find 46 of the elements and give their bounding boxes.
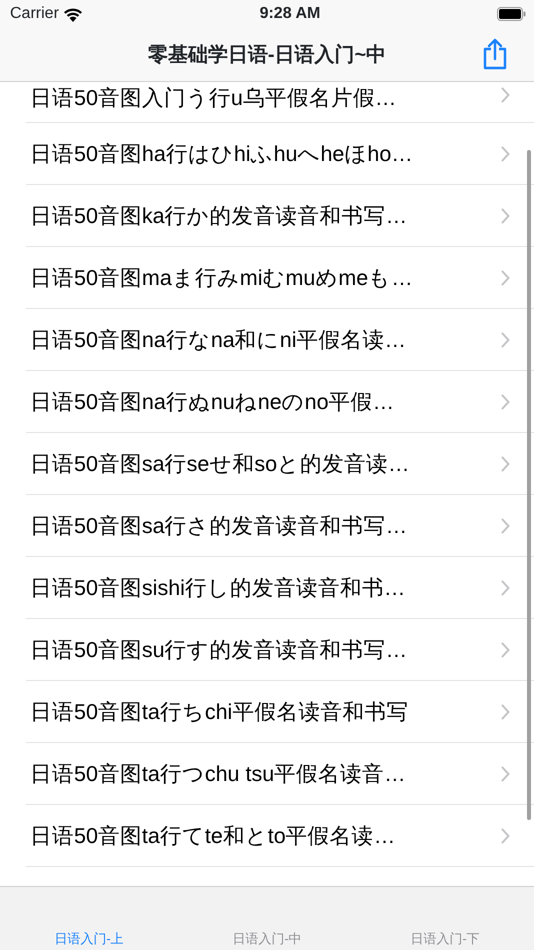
- list-row[interactable]: 日语50音图su行す的发音读音和书写…: [0, 619, 534, 681]
- chevron-icon: [501, 332, 510, 348]
- carrier-label: Carrier: [10, 4, 59, 24]
- share-button[interactable]: [482, 38, 508, 70]
- row-title: 日语50音图sa行さ的发音读音和书写…: [30, 512, 408, 540]
- row-title: 日语50音图ta行てte和とto平假名读…: [30, 822, 396, 850]
- chevron-icon: [501, 518, 510, 534]
- list-row[interactable]: 日语50音图入门う行u乌平假名片假…: [0, 82, 534, 123]
- chevron-icon: [501, 270, 510, 286]
- row-title: 日语50音图su行す的发音读音和书写…: [30, 636, 408, 664]
- row-title: 日语50音图ka行か的发音读音和书写…: [30, 202, 408, 230]
- nav-title: 零基础学日语-日语入门~中: [148, 42, 386, 68]
- row-title: 日语50音图入门う行u乌平假名片假…: [30, 85, 398, 112]
- list-row[interactable]: 日语50音图na行ぬnuねneのno平假…: [0, 371, 534, 433]
- status-time: 9:28 AM: [260, 4, 320, 24]
- wifi-icon: [62, 6, 83, 22]
- list-row[interactable]: 日语50音图ta行ちchi平假名读音和书写: [0, 681, 534, 743]
- row-title: 日语50音图ta行つchu tsu平假名读音…: [30, 760, 407, 788]
- share-icon: [482, 38, 508, 70]
- row-title: 日语50音图na行ぬnuねneのno平假…: [30, 388, 396, 416]
- list-row[interactable]: 日语50音图sishi行し的发音读音和书…: [0, 557, 534, 619]
- chevron-icon: [501, 828, 510, 844]
- list-row[interactable]: 日语50音图maま行みmiむmuめmeも…: [0, 247, 534, 309]
- chevron-icon: [501, 704, 510, 720]
- chevron-icon: [501, 208, 510, 224]
- list-row[interactable]: 日语50音图ha行はひhiふhuへheほho…: [0, 123, 534, 185]
- chevron-icon: [501, 456, 510, 472]
- chevron-icon: [501, 146, 510, 162]
- list-row[interactable]: 日语50音图ta行つchu tsu平假名读音…: [0, 743, 534, 805]
- list-row[interactable]: 日语50音图sa行さ的发音读音和书写…: [0, 495, 534, 557]
- row-title: 日语50音图maま行みmiむmuめmeも…: [30, 264, 414, 292]
- list-row[interactable]: 日语50音图na行なna和にni平假名读…: [0, 309, 534, 371]
- chevron-icon: [501, 580, 510, 596]
- chevron-icon: [501, 87, 510, 103]
- battery-icon: [497, 7, 526, 21]
- row-title: 日语50音图sa行seせ和soと的发音读…: [30, 450, 411, 478]
- chevron-icon: [501, 394, 510, 410]
- list-row[interactable]: 日语50音图sa行seせ和soと的发音读…: [0, 433, 534, 495]
- row-title: 日语50音图ha行はひhiふhuへheほho…: [30, 140, 414, 168]
- chevron-icon: [501, 642, 510, 658]
- row-title: 日语50音图ta行ちchi平假名读音和书写: [30, 698, 410, 726]
- list-row[interactable]: 日语50音图ka行か的发音读音和书写…: [0, 185, 534, 247]
- row-title: 日语50音图sishi行し的发音读音和书…: [30, 574, 406, 602]
- list-row[interactable]: 日语50音图ta行てte和とto平假名读…: [0, 805, 534, 867]
- chevron-icon: [501, 766, 510, 782]
- row-title: 日语50音图na行なna和にni平假名读…: [30, 326, 407, 354]
